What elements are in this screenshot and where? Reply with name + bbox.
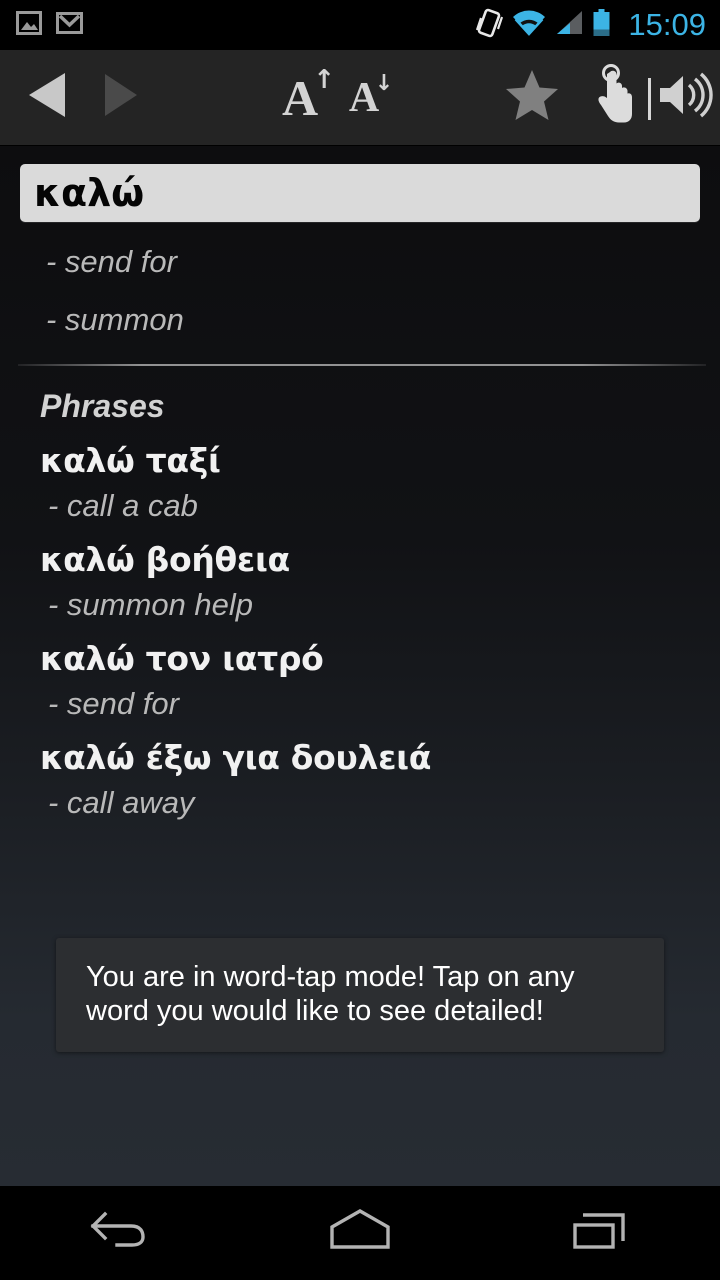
toast-message: You are in word-tap mode! Tap on any wor…	[86, 961, 575, 1028]
vibrate-icon	[475, 8, 504, 43]
phrase-definition[interactable]: - call away	[48, 785, 720, 821]
arrow-down-icon: ↓	[374, 70, 394, 96]
status-bar-clock: 15:09	[628, 7, 706, 42]
phrase-definition[interactable]: - summon help	[48, 587, 720, 623]
toast-notification: You are in word-tap mode! Tap on any wor…	[56, 938, 664, 1053]
font-size-decrease-button[interactable]: A ↓	[332, 50, 396, 145]
definition-item[interactable]: - summon	[0, 302, 720, 338]
status-bar-notifications	[16, 10, 83, 41]
font-increase-icon: A ↑	[282, 67, 335, 123]
speaker-icon	[657, 71, 713, 124]
home-icon	[324, 1205, 396, 1262]
triangle-right-icon	[99, 71, 141, 124]
toolbar-divider	[648, 78, 651, 120]
system-navigation-bar	[0, 1186, 720, 1280]
word-tap-mode-button[interactable]	[582, 50, 648, 145]
system-home-button[interactable]	[240, 1186, 480, 1280]
headword-text: καλώ	[34, 171, 145, 215]
nav-back-button[interactable]	[8, 50, 88, 145]
triangle-left-icon	[23, 69, 73, 126]
status-bar: 15:09	[0, 0, 720, 50]
wifi-icon	[512, 10, 546, 41]
cellular-signal-icon	[555, 10, 583, 41]
status-bar-indicators: 15:09	[475, 7, 706, 43]
pronounce-button[interactable]	[652, 50, 718, 145]
battery-icon	[592, 8, 611, 42]
phrase-term[interactable]: καλώ τον ιατρό	[40, 639, 720, 678]
system-back-button[interactable]	[0, 1186, 240, 1280]
headword-box[interactable]: καλώ	[20, 164, 700, 222]
phrases-section-title: Phrases	[40, 388, 165, 424]
gmail-icon	[56, 11, 83, 39]
back-arrow-icon	[87, 1204, 153, 1263]
definition-item[interactable]: - send for	[0, 244, 720, 280]
phrase-term[interactable]: καλώ βοήθεια	[40, 540, 720, 579]
phrase-term[interactable]: καλώ ταξί	[40, 441, 720, 480]
phrase-definition[interactable]: - send for	[48, 686, 720, 722]
font-decrease-icon: A ↓	[349, 72, 393, 119]
nav-forward-button[interactable]	[80, 50, 160, 145]
recents-icon	[567, 1205, 633, 1262]
system-recents-button[interactable]	[480, 1186, 720, 1280]
phrase-definition[interactable]: - call a cab	[48, 488, 720, 524]
gallery-icon	[16, 10, 42, 41]
hand-tap-icon	[593, 64, 637, 131]
star-icon	[504, 68, 560, 127]
favorite-button[interactable]	[492, 50, 572, 145]
app-toolbar: A ↑ A ↓	[0, 50, 720, 146]
phrase-term[interactable]: καλώ έξω για δουλειά	[40, 738, 720, 777]
section-divider	[18, 364, 706, 366]
font-size-increase-button[interactable]: A ↑	[266, 50, 335, 145]
